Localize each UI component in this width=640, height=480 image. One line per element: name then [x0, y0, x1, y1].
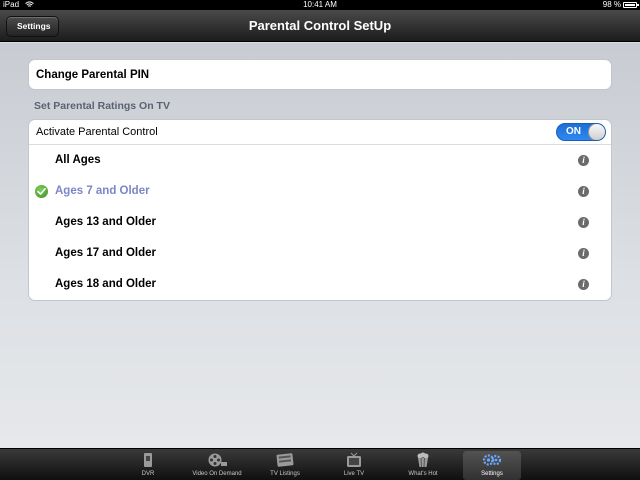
activate-parental-control-label: Activate Parental Control — [36, 126, 158, 138]
battery-icon — [623, 2, 639, 8]
rating-label: Ages 7 and Older — [55, 185, 150, 197]
info-icon[interactable]: i — [578, 279, 589, 290]
tab-label: TV Listings — [270, 471, 300, 477]
info-icon[interactable]: i — [578, 248, 589, 259]
rating-row-ages-17[interactable]: Ages 17 and Older i — [29, 238, 611, 269]
tab-label: DVR — [141, 471, 155, 477]
tv-listings-icon — [276, 453, 294, 467]
rating-row-ages-7[interactable]: Ages 7 and Older i — [29, 176, 611, 207]
tab-label: What's Hot — [408, 471, 438, 477]
battery-percent: 98 % — [602, 0, 621, 9]
tab-label: Live TV — [343, 471, 365, 477]
status-bar: iPad 10:41 AM 98 % — [0, 0, 640, 10]
tab-tv-listings[interactable]: TV Listings — [256, 451, 314, 480]
status-bar-battery: 98 % — [602, 0, 639, 10]
info-icon[interactable]: i — [578, 155, 589, 166]
tab-live-tv[interactable]: Live TV — [325, 451, 383, 480]
info-icon[interactable]: i — [578, 186, 589, 197]
rating-label: All Ages — [55, 154, 101, 166]
parental-control-toggle[interactable]: ON — [556, 123, 606, 141]
tab-label: Video On Demand — [192, 471, 242, 477]
ratings-section-header: Set Parental Ratings On TV — [34, 100, 170, 112]
rating-row-ages-18[interactable]: Ages 18 and Older i — [29, 269, 611, 300]
info-icon[interactable]: i — [578, 217, 589, 228]
toggle-on-label: ON — [566, 126, 581, 137]
dvr-icon — [144, 453, 152, 467]
tab-video-on-demand[interactable]: Video On Demand — [188, 451, 246, 480]
change-pin-row[interactable]: Change Parental PIN — [28, 59, 612, 90]
popcorn-icon — [417, 452, 429, 468]
tv-icon — [347, 452, 361, 467]
status-bar-time: 10:41 AM — [303, 0, 337, 9]
back-button[interactable]: Settings — [6, 16, 59, 37]
rating-label: Ages 17 and Older — [55, 247, 156, 259]
change-pin-label: Change Parental PIN — [36, 69, 150, 81]
rating-label: Ages 18 and Older — [55, 278, 156, 290]
ratings-group: Activate Parental Control ON All Ages i … — [28, 119, 612, 301]
rating-row-all-ages[interactable]: All Ages i — [29, 145, 611, 176]
activate-parental-control-row: Activate Parental Control ON — [29, 120, 611, 145]
tab-dvr[interactable]: DVR — [119, 451, 177, 480]
tab-settings[interactable]: Settings — [463, 451, 521, 480]
tab-label: Settings — [481, 471, 503, 477]
navigation-bar: Parental Control SetUp Settings — [0, 10, 640, 42]
checkmark-icon — [35, 185, 48, 198]
toggle-knob — [588, 124, 605, 140]
page-title: Parental Control SetUp — [248, 18, 392, 33]
tab-bar: DVR Video On Demand TV Listings Live TV — [0, 448, 640, 480]
gears-icon — [482, 454, 502, 466]
content-area: Change Parental PIN Set Parental Ratings… — [0, 43, 640, 448]
rating-label: Ages 13 and Older — [55, 216, 156, 228]
film-reel-icon — [208, 453, 227, 467]
rating-row-ages-13[interactable]: Ages 13 and Older i — [29, 207, 611, 238]
tab-whats-hot[interactable]: What's Hot — [394, 451, 452, 480]
